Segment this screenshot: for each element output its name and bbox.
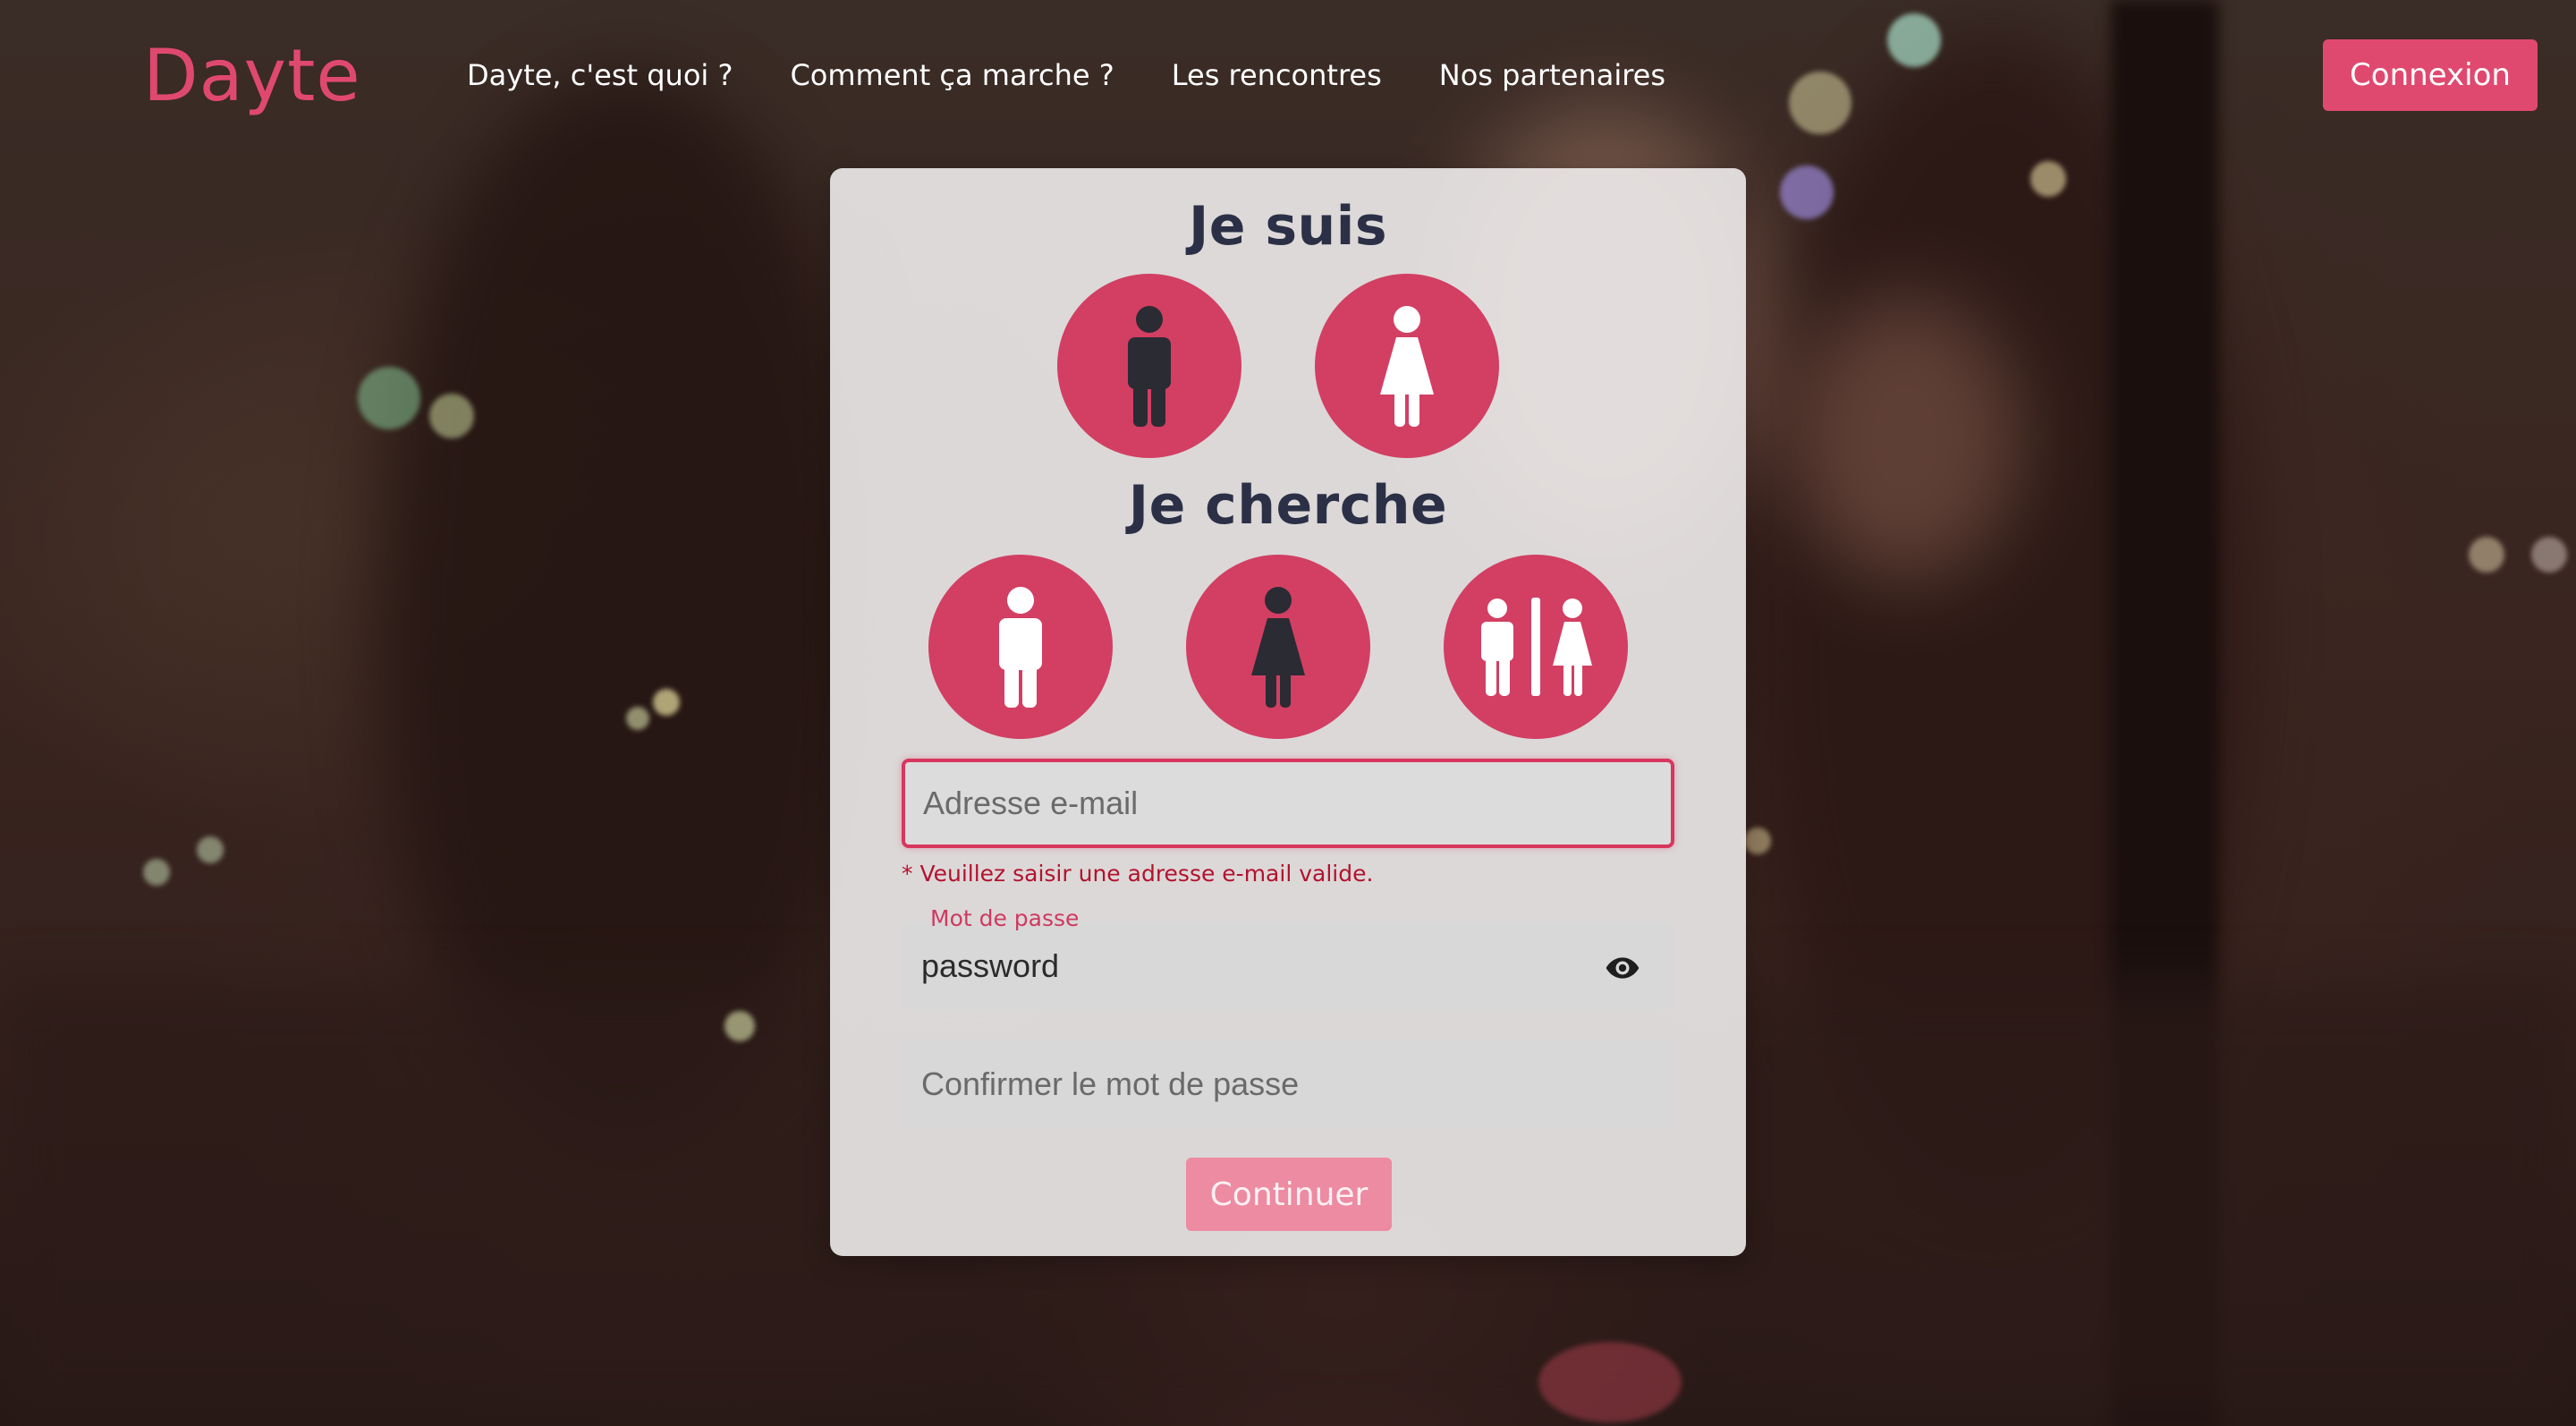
i-am-male-option[interactable] bbox=[1057, 274, 1241, 458]
looking-for-title: Je cherche bbox=[1128, 474, 1448, 537]
couple-icon bbox=[1481, 598, 1592, 696]
nav-link-partners[interactable]: Nos partenaires bbox=[1439, 55, 1665, 95]
female-icon bbox=[1251, 587, 1305, 708]
confirm-password-input[interactable] bbox=[903, 1041, 1673, 1127]
i-am-female-option[interactable] bbox=[1315, 274, 1499, 458]
continue-button[interactable]: Continuer bbox=[1186, 1158, 1392, 1231]
looking-for-female-option[interactable] bbox=[1186, 555, 1370, 739]
male-icon bbox=[999, 587, 1042, 708]
male-icon bbox=[1128, 306, 1171, 427]
password-field bbox=[902, 921, 1674, 1011]
brand-logo[interactable]: Dayte bbox=[143, 34, 361, 117]
email-error-message: * Veuillez saisir une adresse e-mail val… bbox=[902, 861, 1374, 887]
eye-icon[interactable] bbox=[1605, 950, 1640, 986]
main-nav: Dayte, c'est quoi ? Comment ça marche ? … bbox=[467, 55, 1723, 95]
looking-for-male-option[interactable] bbox=[928, 555, 1113, 739]
signup-card: Je suis Je cherche Adresse e-mail * Veui… bbox=[830, 168, 1746, 1256]
password-input[interactable] bbox=[903, 923, 1673, 1009]
login-button[interactable]: Connexion bbox=[2323, 39, 2538, 111]
nav-link-what-is-dayte[interactable]: Dayte, c'est quoi ? bbox=[467, 55, 733, 95]
nav-link-how-it-works[interactable]: Comment ça marche ? bbox=[790, 55, 1114, 95]
i-am-title: Je suis bbox=[1188, 195, 1388, 258]
top-navbar: Dayte Dayte, c'est quoi ? Comment ça mar… bbox=[0, 0, 2576, 152]
password-label: Mot de passe bbox=[930, 905, 1080, 931]
female-icon bbox=[1380, 306, 1434, 427]
confirm-password-field bbox=[902, 1040, 1674, 1129]
email-input[interactable] bbox=[905, 762, 1671, 845]
looking-for-both-option[interactable] bbox=[1444, 555, 1628, 739]
nav-link-meetings[interactable]: Les rencontres bbox=[1172, 55, 1382, 95]
email-field bbox=[902, 759, 1674, 848]
